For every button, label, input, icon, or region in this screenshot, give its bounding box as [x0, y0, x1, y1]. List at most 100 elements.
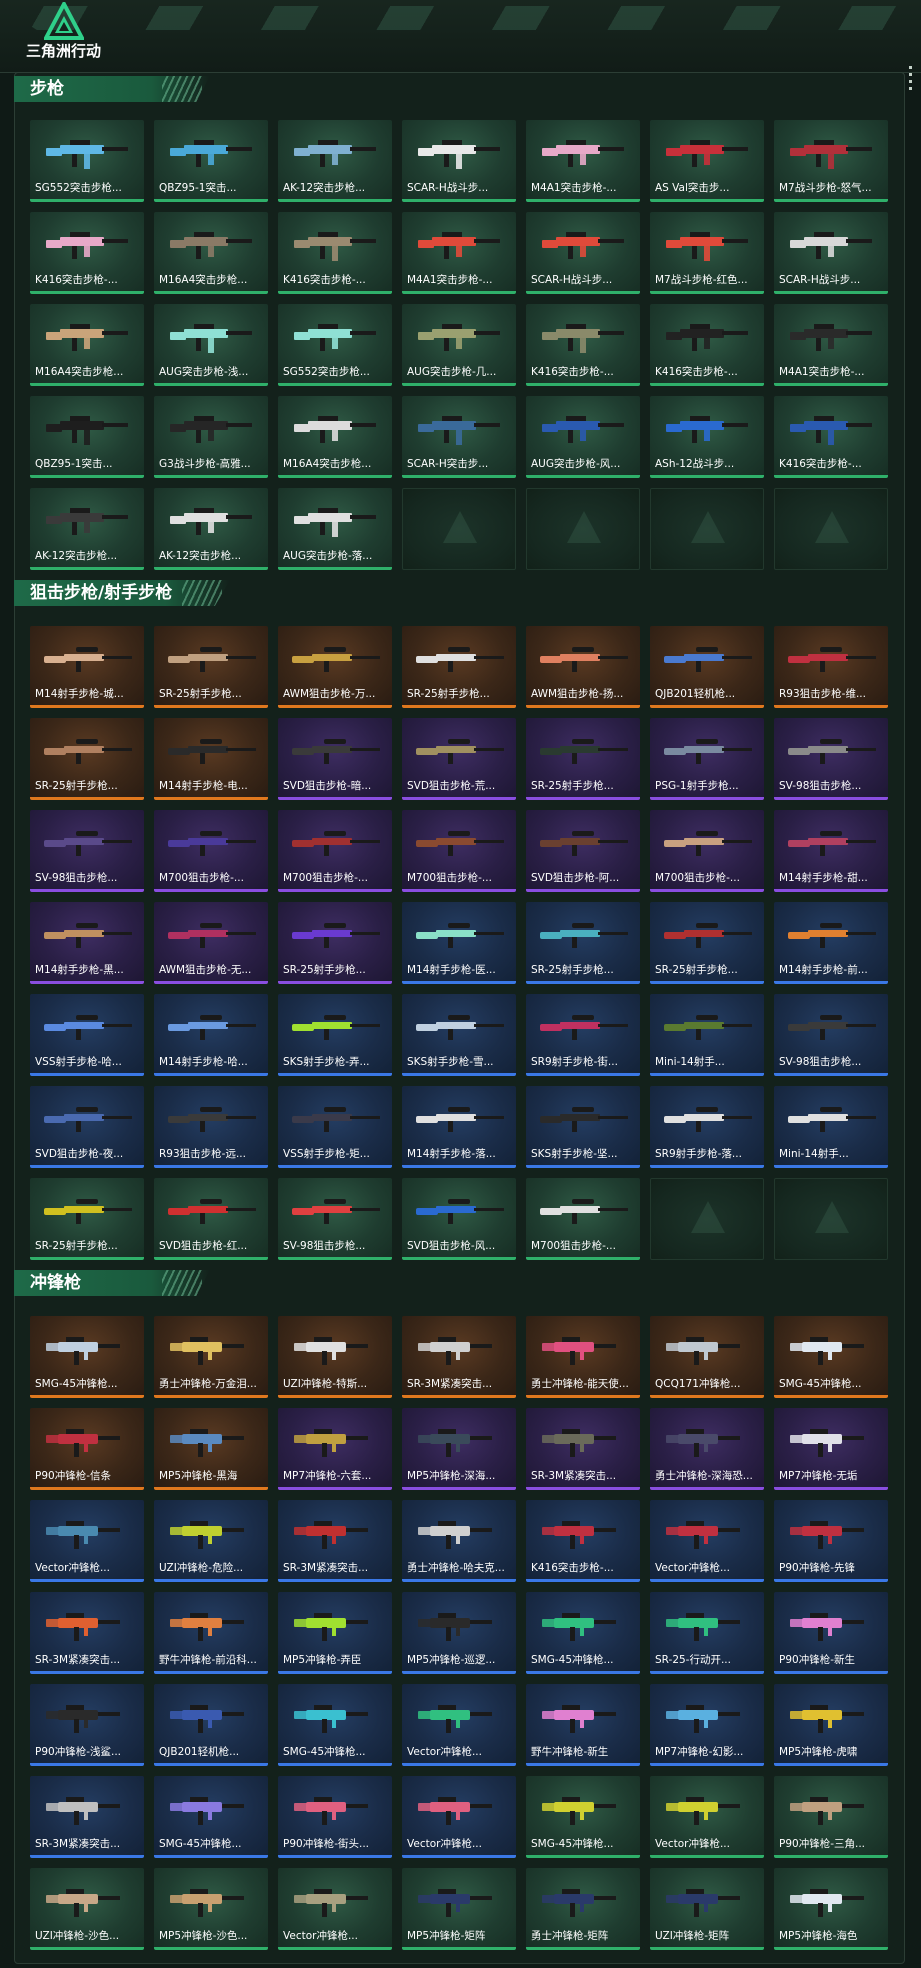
weapon-skin-card[interactable]: SR-25射手步枪...	[30, 718, 144, 800]
weapon-skin-card[interactable]: K416突击步枪-...	[526, 304, 640, 386]
weapon-skin-card[interactable]: M14射手步枪-前...	[774, 902, 888, 984]
weapon-skin-card[interactable]: AUG突击步枪-几...	[402, 304, 516, 386]
weapon-skin-card[interactable]: K416突击步枪-...	[278, 212, 392, 294]
weapon-skin-card[interactable]: VSS射手步枪-矩...	[278, 1086, 392, 1168]
weapon-skin-card[interactable]: SR-3M紧凑突击...	[278, 1500, 392, 1582]
weapon-skin-card[interactable]: 勇士冲锋枪-能天使...	[526, 1316, 640, 1398]
weapon-skin-card[interactable]: 野牛冲锋枪-新生	[526, 1684, 640, 1766]
weapon-skin-card[interactable]: SR9射手步枪-街...	[526, 994, 640, 1076]
weapon-skin-card[interactable]: Vector冲锋枪...	[402, 1776, 516, 1858]
weapon-skin-card[interactable]: SMG-45冲锋枪...	[278, 1684, 392, 1766]
weapon-skin-card[interactable]: SMG-45冲锋枪...	[526, 1776, 640, 1858]
weapon-skin-card[interactable]: 勇士冲锋枪-深海恐...	[650, 1408, 764, 1490]
weapon-skin-card[interactable]: SR-3M紧凑突击...	[402, 1316, 516, 1398]
weapon-skin-card[interactable]: SMG-45冲锋枪...	[154, 1776, 268, 1858]
weapon-skin-card[interactable]: SR-25射手步枪...	[154, 626, 268, 708]
weapon-skin-card[interactable]: 勇士冲锋枪-矩阵	[526, 1868, 640, 1950]
weapon-skin-card[interactable]: M16A4突击步枪...	[30, 304, 144, 386]
weapon-skin-card[interactable]: MP5冲锋枪-弄臣	[278, 1592, 392, 1674]
weapon-skin-card[interactable]: SVD狙击步枪-红...	[154, 1178, 268, 1260]
weapon-skin-card[interactable]: SV-98狙击步枪...	[278, 1178, 392, 1260]
weapon-skin-card[interactable]: M700狙击步枪-...	[154, 810, 268, 892]
weapon-skin-card[interactable]: SR-25射手步枪...	[30, 1178, 144, 1260]
weapon-skin-card[interactable]: SR-25射手步枪...	[278, 902, 392, 984]
weapon-skin-card[interactable]: MP7冲锋枪-幻影...	[650, 1684, 764, 1766]
weapon-skin-card[interactable]: UZI冲锋枪-特斯...	[278, 1316, 392, 1398]
weapon-skin-card[interactable]: M4A1突击步枪-...	[402, 212, 516, 294]
weapon-skin-card[interactable]: AUG突击步枪-落...	[278, 488, 392, 570]
weapon-skin-card[interactable]: R93狙击步枪-维...	[774, 626, 888, 708]
weapon-skin-card[interactable]: P90冲锋枪-先锋	[774, 1500, 888, 1582]
weapon-skin-card[interactable]: SCAR-H战斗步...	[526, 212, 640, 294]
weapon-skin-card[interactable]: AWM狙击步枪-扬...	[526, 626, 640, 708]
weapon-skin-card[interactable]: K416突击步枪-...	[774, 396, 888, 478]
weapon-skin-card[interactable]: SR-25射手步枪...	[402, 626, 516, 708]
weapon-skin-card[interactable]: M14射手步枪-落...	[402, 1086, 516, 1168]
weapon-skin-card[interactable]: M4A1突击步枪-...	[774, 304, 888, 386]
weapon-skin-card[interactable]: R93狙击步枪-远...	[154, 1086, 268, 1168]
weapon-skin-card[interactable]: M14射手步枪-医...	[402, 902, 516, 984]
weapon-skin-card[interactable]: SV-98狙击步枪...	[30, 810, 144, 892]
weapon-skin-card[interactable]: MP7冲锋枪-无垢	[774, 1408, 888, 1490]
weapon-skin-card[interactable]: MP5冲锋枪-巡逻...	[402, 1592, 516, 1674]
weapon-skin-card[interactable]: SVD狙击步枪-荒...	[402, 718, 516, 800]
weapon-skin-card[interactable]: SG552突击步枪...	[30, 120, 144, 202]
weapon-skin-card[interactable]: SCAR-H突击步...	[402, 396, 516, 478]
weapon-skin-card[interactable]: Vector冲锋枪...	[402, 1684, 516, 1766]
weapon-skin-card[interactable]: K416突击步枪-...	[30, 212, 144, 294]
weapon-skin-card[interactable]: QBZ95-1突击...	[30, 396, 144, 478]
weapon-skin-card[interactable]: MP5冲锋枪-深海...	[402, 1408, 516, 1490]
weapon-skin-card[interactable]: M7战斗步枪-红色...	[650, 212, 764, 294]
weapon-skin-card[interactable]: P90冲锋枪-街头...	[278, 1776, 392, 1858]
weapon-skin-card[interactable]: M14射手步枪-黑...	[30, 902, 144, 984]
weapon-skin-card[interactable]: SG552突击步枪...	[278, 304, 392, 386]
weapon-skin-card[interactable]: MP5冲锋枪-沙色...	[154, 1868, 268, 1950]
weapon-skin-card[interactable]: PSG-1射手步枪...	[650, 718, 764, 800]
weapon-skin-card[interactable]: SMG-45冲锋枪...	[774, 1316, 888, 1398]
weapon-skin-card[interactable]: 勇士冲锋枪-万金泪...	[154, 1316, 268, 1398]
weapon-skin-card[interactable]: P90冲锋枪-信条	[30, 1408, 144, 1490]
weapon-skin-card[interactable]: SV-98狙击步枪...	[774, 994, 888, 1076]
weapon-skin-card[interactable]: SKS射手步枪-弄...	[278, 994, 392, 1076]
weapon-skin-card[interactable]: VSS射手步枪-哈...	[30, 994, 144, 1076]
weapon-skin-card[interactable]: QBZ95-1突击...	[154, 120, 268, 202]
weapon-skin-card[interactable]: MP5冲锋枪-海色	[774, 1868, 888, 1950]
weapon-skin-card[interactable]: Vector冲锋枪...	[650, 1776, 764, 1858]
weapon-skin-card[interactable]: SCAR-H战斗步...	[774, 212, 888, 294]
weapon-skin-card[interactable]: SR-25-行动开...	[650, 1592, 764, 1674]
weapon-skin-card[interactable]: M16A4突击步枪...	[278, 396, 392, 478]
weapon-skin-card[interactable]: SR-3M紧凑突击...	[30, 1776, 144, 1858]
weapon-skin-card[interactable]: Mini-14射手...	[774, 1086, 888, 1168]
weapon-skin-card[interactable]: AUG突击步枪-浅...	[154, 304, 268, 386]
weapon-skin-card[interactable]: QJB201轻机枪...	[154, 1684, 268, 1766]
weapon-skin-card[interactable]: UZI冲锋枪-矩阵	[650, 1868, 764, 1950]
weapon-skin-card[interactable]: MP5冲锋枪-虎啸	[774, 1684, 888, 1766]
weapon-skin-card[interactable]: Vector冲锋枪...	[30, 1500, 144, 1582]
weapon-skin-card[interactable]: G3战斗步枪-高雅...	[154, 396, 268, 478]
weapon-skin-card[interactable]: SVD狙击步枪-暗...	[278, 718, 392, 800]
weapon-skin-card[interactable]: AWM狙击步枪-万...	[278, 626, 392, 708]
weapon-skin-card[interactable]: SVD狙击步枪-夜...	[30, 1086, 144, 1168]
weapon-skin-card[interactable]: SMG-45冲锋枪...	[526, 1592, 640, 1674]
weapon-skin-card[interactable]: AS Val突击步...	[650, 120, 764, 202]
weapon-skin-card[interactable]: M14射手步枪-电...	[154, 718, 268, 800]
weapon-skin-card[interactable]: SR-3M紧凑突击...	[526, 1408, 640, 1490]
weapon-skin-card[interactable]: MP5冲锋枪-矩阵	[402, 1868, 516, 1950]
weapon-skin-card[interactable]: AK-12突击步枪...	[154, 488, 268, 570]
weapon-skin-card[interactable]: K416突击步枪-...	[650, 304, 764, 386]
weapon-skin-card[interactable]: M14射手步枪-城...	[30, 626, 144, 708]
weapon-skin-card[interactable]: Mini-14射手...	[650, 994, 764, 1076]
weapon-skin-card[interactable]: AK-12突击步枪...	[278, 120, 392, 202]
weapon-skin-card[interactable]: SVD狙击步枪-风...	[402, 1178, 516, 1260]
weapon-skin-card[interactable]: QJB201轻机枪...	[650, 626, 764, 708]
weapon-skin-card[interactable]: AUG突击步枪-风...	[526, 396, 640, 478]
weapon-skin-card[interactable]: AWM狙击步枪-无...	[154, 902, 268, 984]
weapon-skin-card[interactable]: ASh-12战斗步...	[650, 396, 764, 478]
weapon-skin-card[interactable]: SVD狙击步枪-阿...	[526, 810, 640, 892]
weapon-skin-card[interactable]: SR-25射手步枪...	[650, 902, 764, 984]
weapon-skin-card[interactable]: M7战斗步枪-怒气...	[774, 120, 888, 202]
weapon-skin-card[interactable]: M700狙击步枪-...	[526, 1178, 640, 1260]
weapon-skin-card[interactable]: AK-12突击步枪...	[30, 488, 144, 570]
weapon-skin-card[interactable]: SR-25射手步枪...	[526, 902, 640, 984]
weapon-skin-card[interactable]: Vector冲锋枪...	[278, 1868, 392, 1950]
